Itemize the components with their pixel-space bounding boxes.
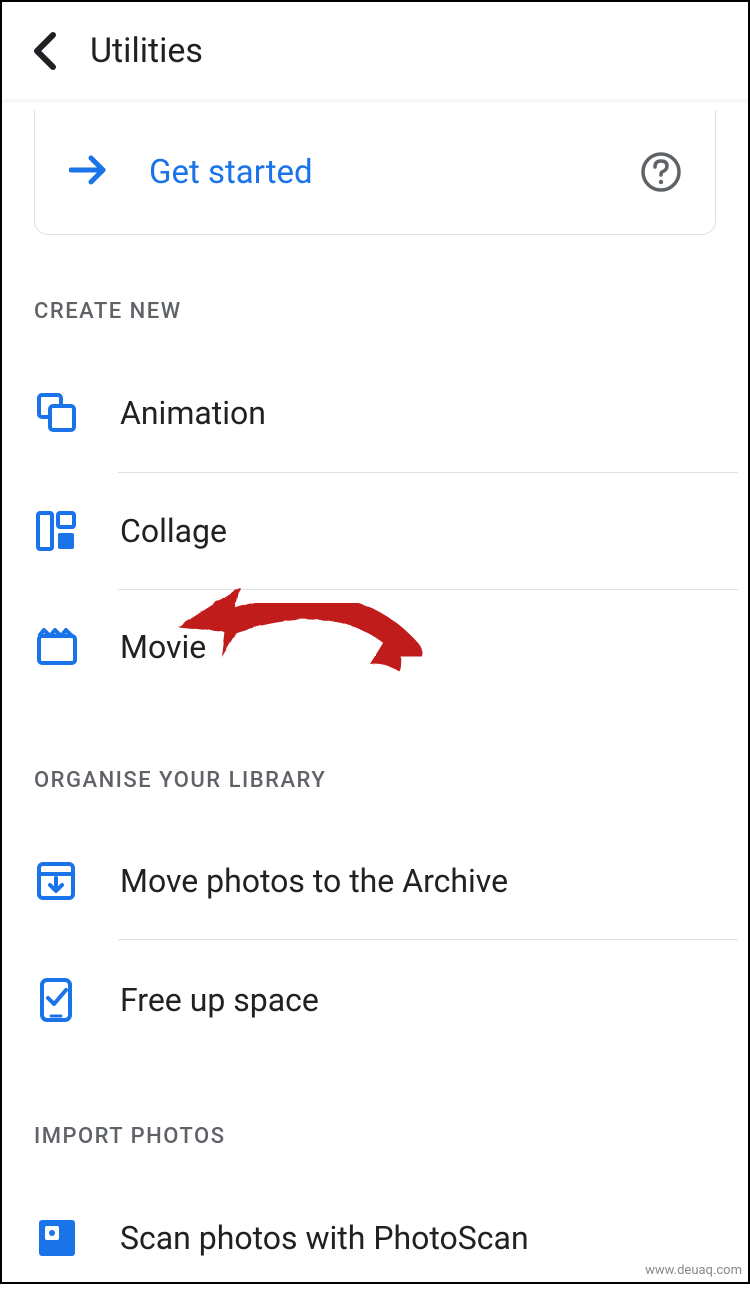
list-item-photoscan[interactable]: Scan photos with PhotoScan <box>2 1179 748 1297</box>
back-icon <box>31 31 61 71</box>
free-up-label: Free up space <box>120 981 319 1019</box>
import-section: Scan photos with PhotoScan <box>2 1179 748 1297</box>
free-up-icon <box>36 978 84 1022</box>
create-new-section: Animation Collage Movie <box>2 354 748 704</box>
photoscan-icon <box>36 1217 84 1259</box>
header: Utilities <box>2 2 748 100</box>
animation-icon <box>36 392 84 434</box>
archive-icon <box>36 861 84 901</box>
collage-icon <box>36 511 84 551</box>
get-started-label: Get started <box>149 153 639 192</box>
collage-label: Collage <box>120 512 227 550</box>
movie-label: Movie <box>120 628 206 666</box>
help-icon[interactable] <box>639 150 683 194</box>
section-header-organise: ORGANISE YOUR LIBRARY <box>2 704 748 793</box>
archive-label: Move photos to the Archive <box>120 862 508 900</box>
list-item-archive[interactable]: Move photos to the Archive <box>2 823 748 939</box>
list-item-animation[interactable]: Animation <box>2 354 748 472</box>
content: Get started CREATE NEW Animation <box>2 110 748 1297</box>
movie-icon <box>36 628 84 666</box>
organise-section: Move photos to the Archive Free up space <box>2 823 748 1060</box>
section-header-create-new: CREATE NEW <box>2 235 748 324</box>
list-item-movie[interactable]: Movie <box>2 590 748 704</box>
section-header-import: IMPORT PHOTOS <box>2 1060 748 1149</box>
page-title: Utilities <box>90 31 203 71</box>
back-button[interactable] <box>22 27 70 75</box>
list-item-collage[interactable]: Collage <box>2 473 748 589</box>
list-item-free-up[interactable]: Free up space <box>2 940 748 1060</box>
photoscan-label: Scan photos with PhotoScan <box>120 1219 529 1257</box>
get-started-card[interactable]: Get started <box>34 110 716 235</box>
watermark: www.deuaq.com <box>645 1263 742 1278</box>
animation-label: Animation <box>120 394 266 432</box>
arrow-right-icon <box>69 155 109 189</box>
